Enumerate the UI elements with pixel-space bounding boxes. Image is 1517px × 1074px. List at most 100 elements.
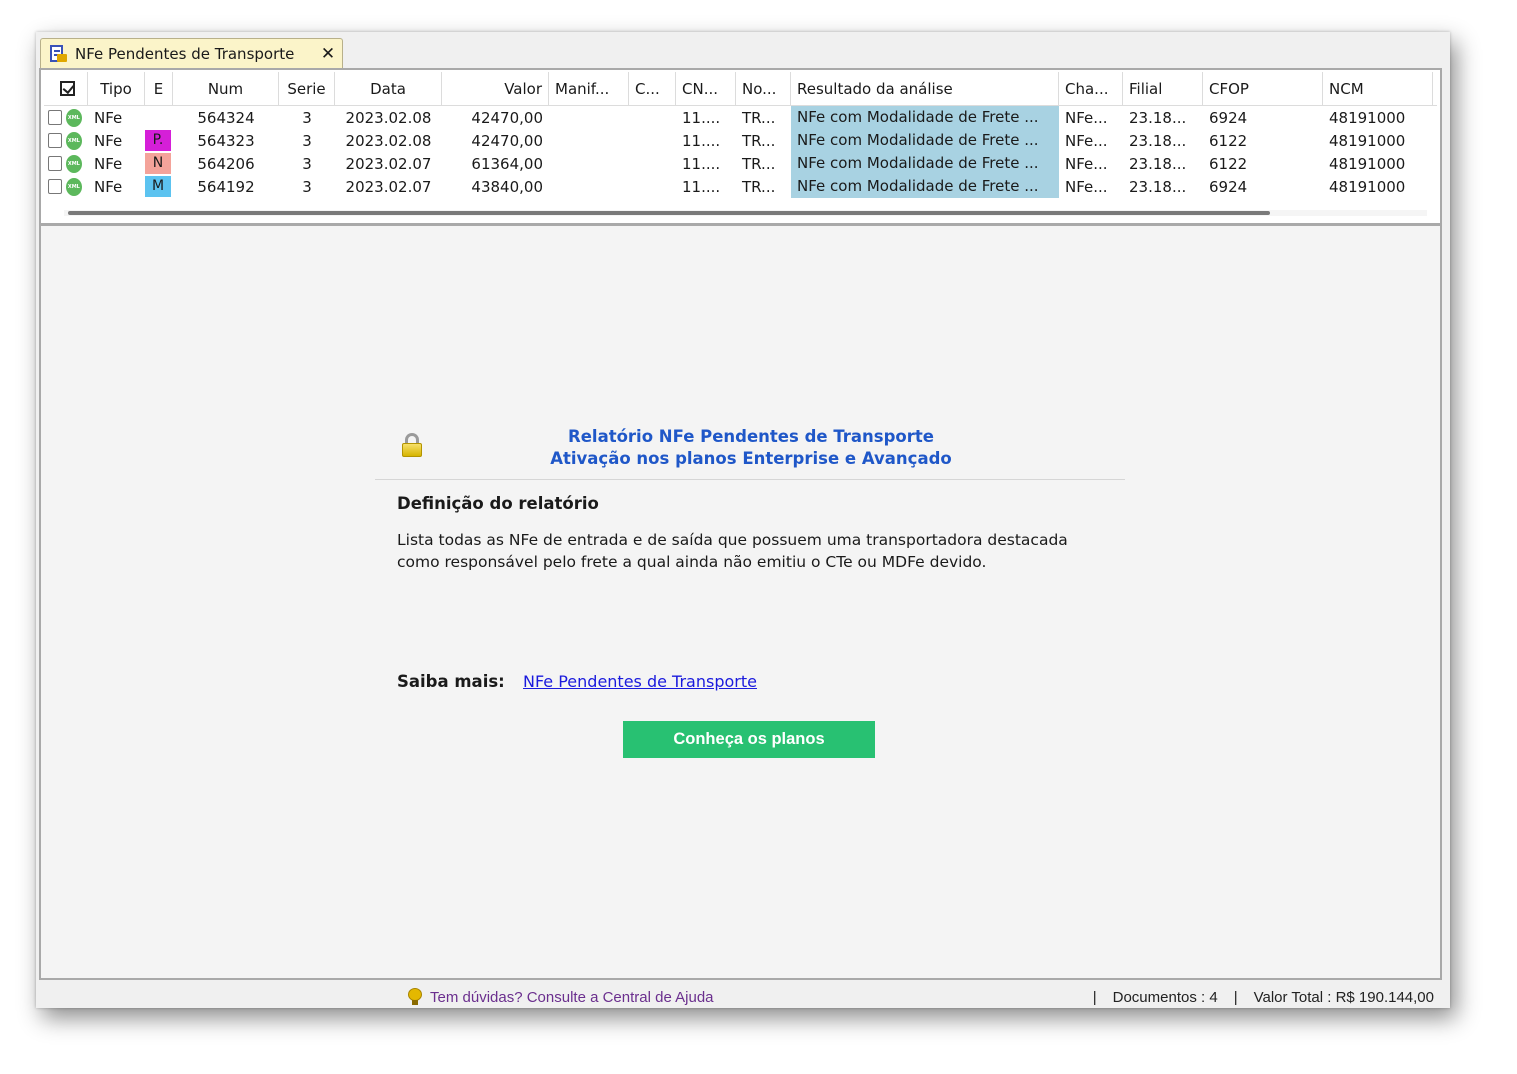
cell-resultado: NFe com Modalidade de Frete ... bbox=[791, 152, 1059, 175]
cell-serie: 3 bbox=[302, 154, 312, 173]
cell-cfop: 6924 bbox=[1209, 177, 1248, 196]
cell-cn: 11.... bbox=[682, 154, 721, 173]
cell-ncm: 48191000 bbox=[1329, 108, 1406, 127]
cell-num: 564206 bbox=[197, 154, 255, 173]
column-header-filial[interactable]: Filial bbox=[1123, 72, 1203, 105]
cell-filial: 23.18... bbox=[1129, 154, 1187, 173]
column-header-num[interactable]: Num bbox=[173, 72, 279, 105]
app-window: NFe Pendentes de Transporte ✕ Tipo E Num… bbox=[36, 32, 1450, 1008]
row-checkbox[interactable] bbox=[48, 110, 62, 125]
cell-cha: NFe... bbox=[1065, 108, 1108, 127]
lock-icon bbox=[402, 433, 422, 457]
status-badge: N bbox=[145, 153, 171, 174]
documents-grid: Tipo E Num Serie Data Valor Manif... C..… bbox=[39, 68, 1442, 225]
cell-tipo: NFe bbox=[94, 131, 123, 150]
cell-filial: 23.18... bbox=[1129, 177, 1187, 196]
definition-title: Definição do relatório bbox=[397, 494, 599, 513]
cell-data: 2023.02.08 bbox=[345, 131, 432, 150]
xml-icon: XML bbox=[65, 154, 82, 173]
column-header-manif[interactable]: Manif... bbox=[549, 72, 629, 105]
status-badge: M bbox=[145, 176, 171, 197]
cell-no: TR... bbox=[742, 131, 776, 150]
cell-tipo: NFe bbox=[94, 108, 123, 127]
cell-cfop: 6924 bbox=[1209, 108, 1248, 127]
divider bbox=[375, 479, 1125, 480]
row-checkbox[interactable] bbox=[48, 156, 62, 171]
status-badge bbox=[145, 105, 171, 126]
cell-cn: 11.... bbox=[682, 131, 721, 150]
cell-data: 2023.02.07 bbox=[345, 177, 432, 196]
cell-valor: 43840,00 bbox=[471, 177, 543, 196]
horizontal-scrollbar[interactable] bbox=[64, 208, 1427, 218]
xml-icon: XML bbox=[65, 177, 82, 196]
cell-serie: 3 bbox=[302, 131, 312, 150]
row-checkbox[interactable] bbox=[48, 133, 62, 148]
cell-cn: 11.... bbox=[682, 177, 721, 196]
xml-icon: XML bbox=[65, 131, 82, 150]
cell-cha: NFe... bbox=[1065, 154, 1108, 173]
cell-cfop: 6122 bbox=[1209, 131, 1248, 150]
cell-cha: NFe... bbox=[1065, 177, 1108, 196]
column-header-cha[interactable]: Cha... bbox=[1059, 72, 1123, 105]
cell-cfop: 6122 bbox=[1209, 154, 1248, 173]
help-link[interactable]: Tem dúvidas? Consulte a Central de Ajuda bbox=[408, 988, 714, 1006]
promo-title-line1: Relatório NFe Pendentes de Transporte bbox=[568, 427, 934, 446]
cell-num: 564192 bbox=[197, 177, 255, 196]
cell-tipo: NFe bbox=[94, 154, 123, 173]
learn-more-link[interactable]: NFe Pendentes de Transporte bbox=[523, 672, 757, 691]
learn-more-label: Saiba mais: bbox=[397, 672, 505, 691]
status-separator: | bbox=[1233, 989, 1238, 1006]
see-plans-button[interactable]: Conheça os planos bbox=[623, 721, 875, 758]
row-checkbox[interactable] bbox=[48, 179, 62, 194]
cell-data: 2023.02.08 bbox=[345, 108, 432, 127]
column-header-cn[interactable]: CN... bbox=[676, 72, 736, 105]
column-header-resultado[interactable]: Resultado da análise bbox=[791, 72, 1059, 105]
cell-ncm: 48191000 bbox=[1329, 177, 1406, 196]
tab-nfe-pendentes[interactable]: NFe Pendentes de Transporte ✕ bbox=[40, 38, 343, 68]
table-row[interactable]: XML NFe P. 564323 3 2023.02.08 42470,00 … bbox=[44, 129, 1437, 152]
documents-count: Documentos : 4 bbox=[1112, 989, 1218, 1006]
xml-icon: XML bbox=[65, 108, 82, 127]
column-header-cfop[interactable]: CFOP bbox=[1203, 72, 1323, 105]
cell-num: 564323 bbox=[197, 131, 255, 150]
report-info-panel: Relatório NFe Pendentes de Transporte At… bbox=[39, 224, 1442, 980]
cell-tipo: NFe bbox=[94, 177, 123, 196]
cell-valor: 61364,00 bbox=[471, 154, 543, 173]
column-header-serie[interactable]: Serie bbox=[279, 72, 335, 105]
select-all-checkbox[interactable] bbox=[44, 72, 88, 105]
status-badge: P. bbox=[145, 130, 171, 151]
scrollbar-thumb[interactable] bbox=[68, 211, 1270, 215]
status-separator: | bbox=[1092, 989, 1097, 1006]
table-row[interactable]: XML NFe M 564192 3 2023.02.07 43840,00 1… bbox=[44, 175, 1437, 198]
cell-data: 2023.02.07 bbox=[345, 154, 432, 173]
grid-header: Tipo E Num Serie Data Valor Manif... C..… bbox=[44, 72, 1437, 106]
tab-label: NFe Pendentes de Transporte bbox=[75, 44, 295, 63]
cell-serie: 3 bbox=[302, 108, 312, 127]
cell-ncm: 48191000 bbox=[1329, 131, 1406, 150]
table-row[interactable]: XML NFe N 564206 3 2023.02.07 61364,00 1… bbox=[44, 152, 1437, 175]
column-header-no[interactable]: No... bbox=[736, 72, 791, 105]
column-header-valor[interactable]: Valor bbox=[442, 72, 549, 105]
close-icon[interactable]: ✕ bbox=[314, 44, 342, 64]
cell-ncm: 48191000 bbox=[1329, 154, 1406, 173]
cell-resultado: NFe com Modalidade de Frete ... bbox=[791, 129, 1059, 152]
cell-cn: 11.... bbox=[682, 108, 721, 127]
cell-no: TR... bbox=[742, 108, 776, 127]
column-header-c[interactable]: C... bbox=[629, 72, 676, 105]
help-text: Tem dúvidas? Consulte a Central de Ajuda bbox=[430, 988, 714, 1006]
cell-filial: 23.18... bbox=[1129, 108, 1187, 127]
table-row[interactable]: XML NFe 564324 3 2023.02.08 42470,00 11.… bbox=[44, 106, 1437, 129]
lightbulb-icon bbox=[408, 988, 422, 1006]
cell-serie: 3 bbox=[302, 177, 312, 196]
column-header-data[interactable]: Data bbox=[335, 72, 442, 105]
cell-cha: NFe... bbox=[1065, 131, 1108, 150]
status-bar: Tem dúvidas? Consulte a Central de Ajuda… bbox=[36, 984, 1450, 1008]
cell-resultado: NFe com Modalidade de Frete ... bbox=[791, 106, 1059, 129]
column-header-ncm[interactable]: NCM bbox=[1323, 72, 1433, 105]
cell-no: TR... bbox=[742, 177, 776, 196]
cell-filial: 23.18... bbox=[1129, 131, 1187, 150]
column-header-tipo[interactable]: Tipo bbox=[88, 72, 145, 105]
column-header-e[interactable]: E bbox=[145, 72, 173, 105]
status-summary: | Documentos : 4 | Valor Total : R$ 190.… bbox=[1093, 989, 1434, 1006]
promo-title-line2: Ativação nos planos Enterprise e Avançad… bbox=[550, 449, 952, 468]
